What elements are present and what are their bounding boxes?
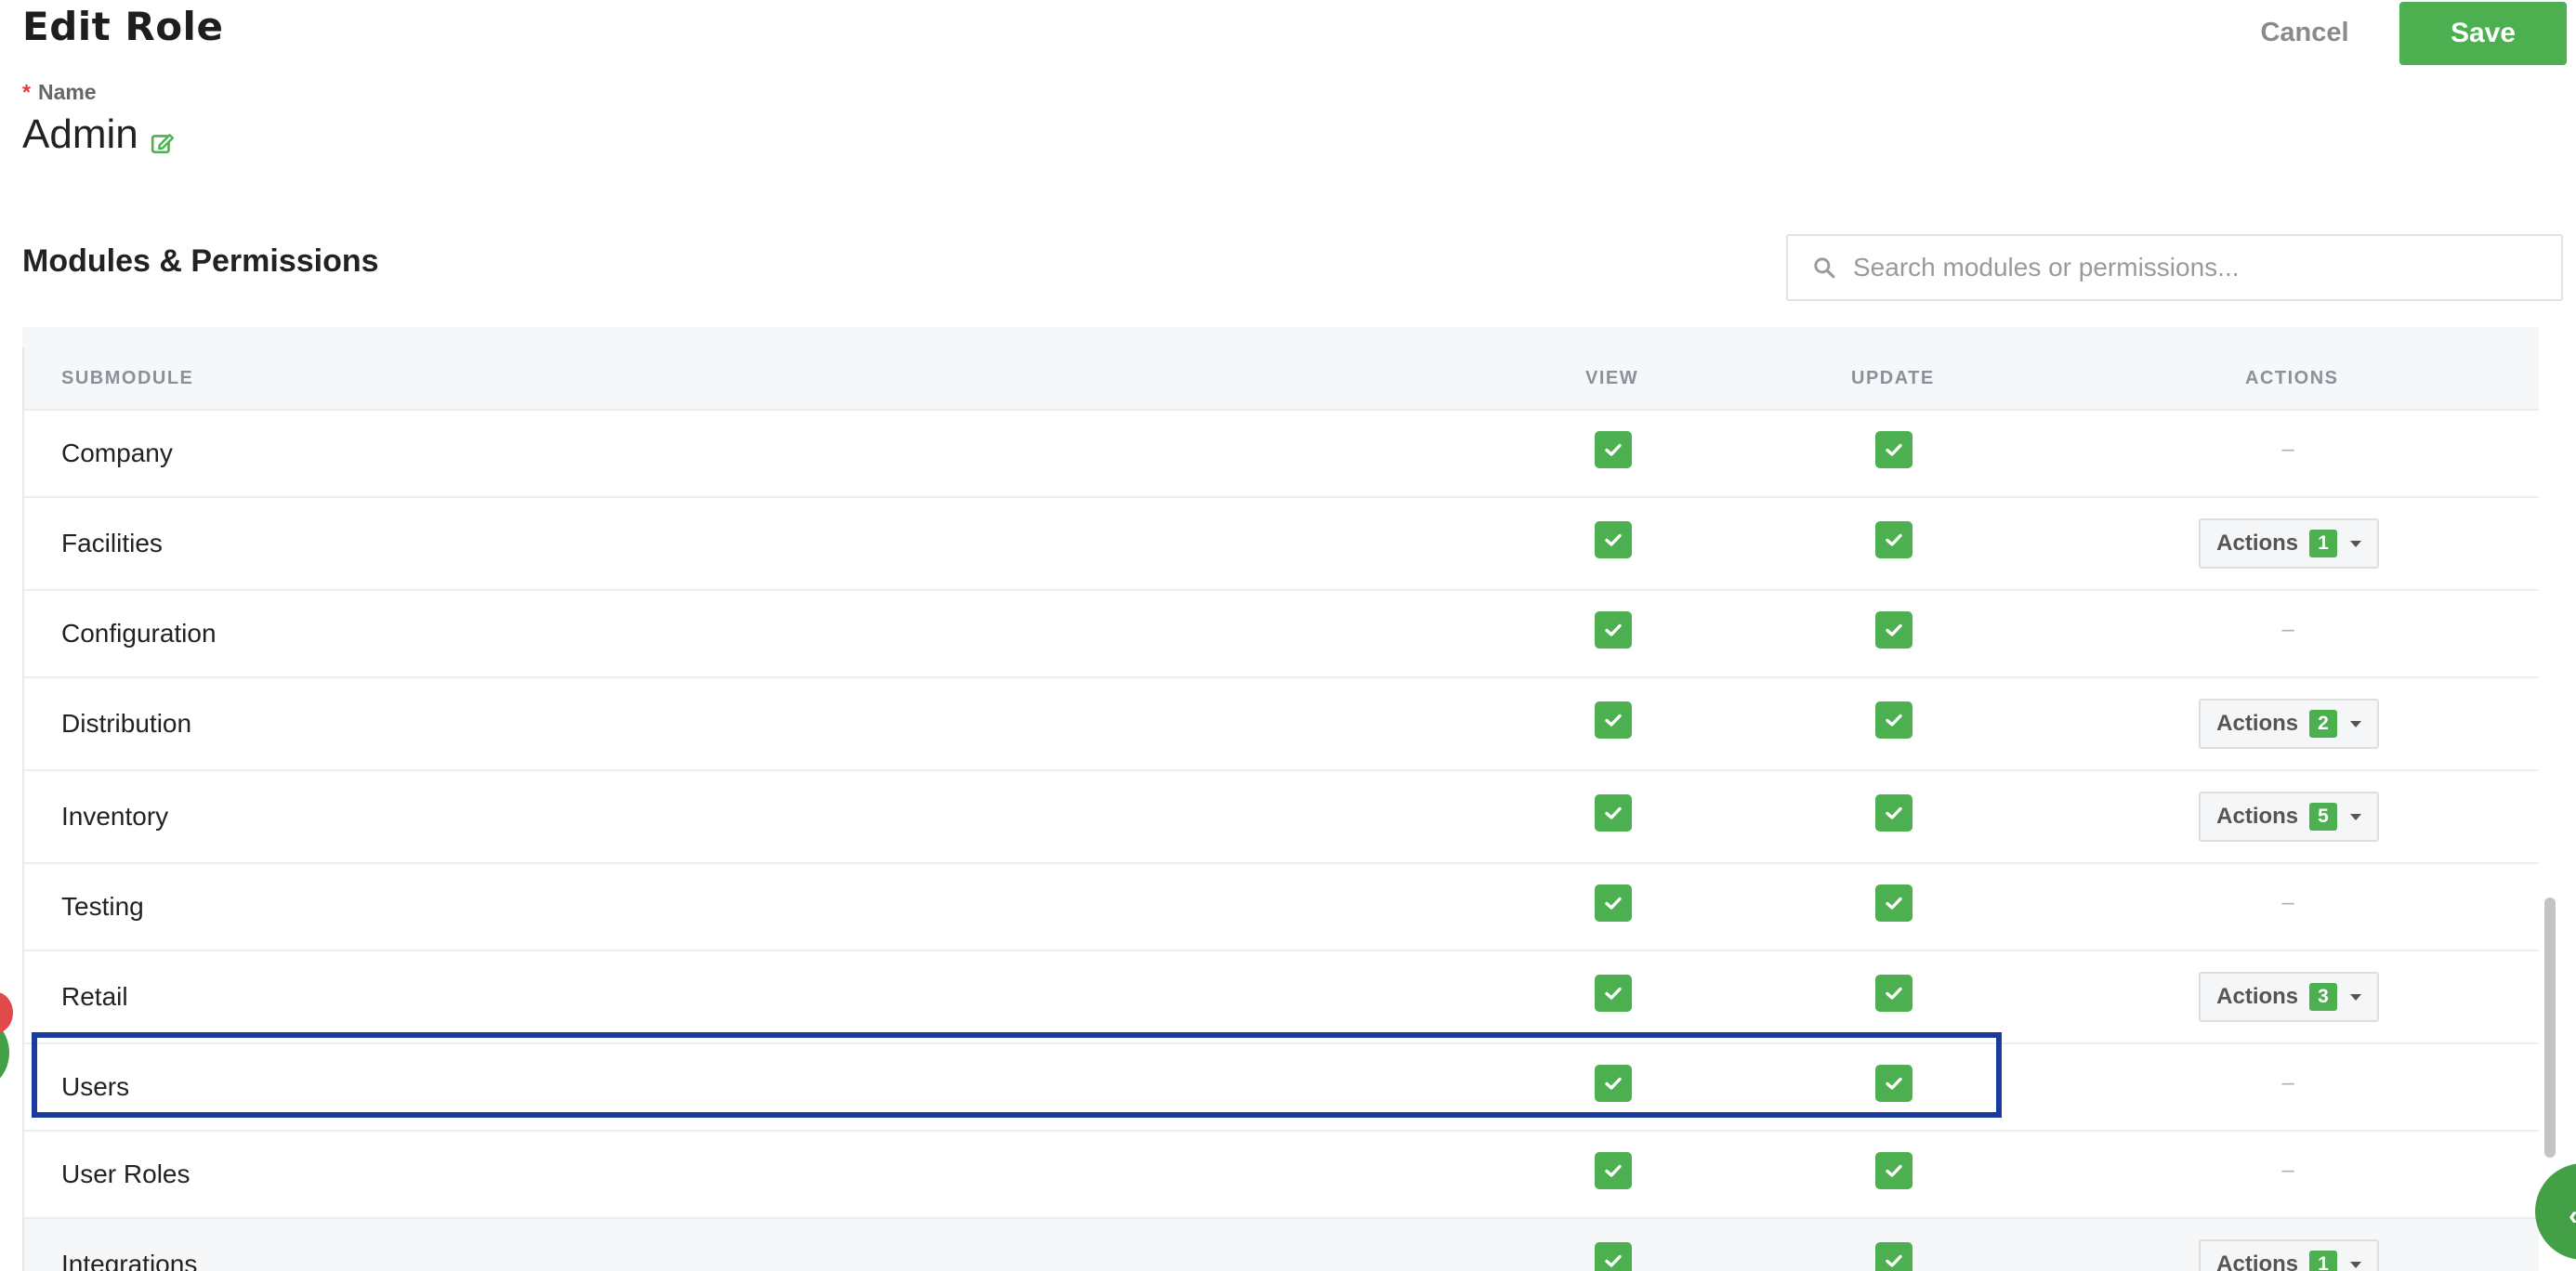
column-header-submodule: SUBMODULE — [61, 368, 194, 388]
update-checkbox[interactable] — [1875, 1152, 1912, 1189]
submodule-name: Testing — [61, 892, 144, 921]
submodule-name: Retail — [61, 982, 128, 1011]
actions-dropdown-button[interactable]: Actions 1 — [2199, 1239, 2379, 1271]
caret-down-icon — [2349, 1261, 2361, 1268]
view-checkbox[interactable] — [1595, 1242, 1632, 1271]
update-checkbox[interactable] — [1875, 1065, 1912, 1102]
update-checkbox[interactable] — [1875, 884, 1912, 922]
view-checkbox[interactable] — [1595, 1065, 1632, 1102]
chevron-left-icon: ‹ — [2569, 1200, 2576, 1232]
actions-count-badge: 3 — [2309, 983, 2337, 1011]
update-checkbox[interactable] — [1875, 431, 1912, 468]
no-actions-placeholder: – — [2281, 890, 2294, 915]
actions-label: Actions — [2216, 804, 2299, 829]
no-actions-placeholder: – — [2281, 437, 2294, 462]
submodule-name: Inventory — [61, 802, 169, 831]
table-row: Company – — [24, 411, 2539, 498]
actions-dropdown-button[interactable]: Actions 2 — [2199, 699, 2379, 749]
table-header: SUBMODULE VIEW UPDATE ACTIONS — [24, 347, 2539, 411]
column-header-update: UPDATE — [1851, 368, 1935, 388]
name-label-text: Name — [37, 80, 97, 104]
submodule-name: Distribution — [61, 709, 192, 738]
view-checkbox[interactable] — [1595, 884, 1632, 922]
table-row: Distribution Actions 2 — [24, 678, 2539, 771]
actions-dropdown-button[interactable]: Actions 3 — [2199, 972, 2379, 1022]
required-marker: * — [22, 80, 31, 104]
actions-label: Actions — [2216, 531, 2299, 556]
actions-label: Actions — [2216, 1251, 2299, 1271]
search-box — [1786, 234, 2563, 301]
actions-dropdown-button[interactable]: Actions 1 — [2199, 518, 2379, 569]
update-checkbox[interactable] — [1875, 794, 1912, 832]
table-row: Users – — [24, 1044, 2539, 1132]
permissions-table: SUBMODULE VIEW UPDATE ACTIONS Company – Fa… — [22, 347, 2539, 1271]
actions-count-badge: 5 — [2309, 803, 2337, 831]
edit-name-icon[interactable] — [151, 131, 175, 155]
table-row: Integrations Actions 1 — [24, 1219, 2539, 1271]
role-name-value: Admin — [22, 111, 138, 157]
submodule-name: Users — [61, 1072, 130, 1101]
table-row: Inventory Actions 5 — [24, 771, 2539, 864]
no-actions-placeholder: – — [2281, 1158, 2294, 1183]
table-body: Company – Facilities Actions 1 Configuration –… — [24, 411, 2539, 1271]
actions-dropdown-button[interactable]: Actions 5 — [2199, 792, 2379, 842]
submodule-name: Configuration — [61, 619, 217, 648]
section-title: Modules & Permissions — [22, 243, 379, 279]
view-checkbox[interactable] — [1595, 521, 1632, 558]
caret-down-icon — [2349, 720, 2361, 727]
view-checkbox[interactable] — [1595, 431, 1632, 468]
search-icon — [1812, 256, 1836, 280]
actions-label: Actions — [2216, 984, 2299, 1009]
view-checkbox[interactable] — [1595, 794, 1632, 832]
view-checkbox[interactable] — [1595, 1152, 1632, 1189]
submodule-name: User Roles — [61, 1160, 191, 1188]
column-header-view: VIEW — [1585, 368, 1639, 388]
update-checkbox[interactable] — [1875, 521, 1912, 558]
table-row: Retail Actions 3 — [24, 951, 2539, 1044]
table-row: Testing – — [24, 864, 2539, 951]
actions-count-badge: 2 — [2309, 710, 2337, 738]
submodule-name: Integrations — [61, 1250, 198, 1271]
no-actions-placeholder: – — [2281, 1070, 2294, 1095]
update-checkbox[interactable] — [1875, 1242, 1912, 1271]
view-checkbox[interactable] — [1595, 611, 1632, 649]
caret-down-icon — [2349, 540, 2361, 547]
permissions-table-container: SUBMODULE VIEW UPDATE ACTIONS Company – Fa… — [22, 327, 2539, 1271]
actions-count-badge: 1 — [2309, 530, 2337, 557]
save-button[interactable]: Save — [2399, 2, 2567, 65]
update-checkbox[interactable] — [1875, 611, 1912, 649]
no-actions-placeholder: – — [2281, 617, 2294, 642]
name-label: * Name — [22, 80, 97, 105]
submodule-name: Facilities — [61, 529, 163, 557]
search-input[interactable] — [1851, 252, 2561, 283]
update-checkbox[interactable] — [1875, 975, 1912, 1012]
table-row: Configuration – — [24, 591, 2539, 678]
caret-down-icon — [2349, 813, 2361, 820]
view-checkbox[interactable] — [1595, 701, 1632, 739]
column-header-actions: ACTIONS — [2245, 368, 2339, 388]
page-title: Edit Role — [22, 4, 224, 49]
update-checkbox[interactable] — [1875, 701, 1912, 739]
help-widget-button[interactable]: ‹ — [2535, 1163, 2576, 1260]
table-row: Facilities Actions 1 — [24, 498, 2539, 591]
actions-count-badge: 1 — [2309, 1251, 2337, 1271]
cancel-button[interactable]: Cancel — [2221, 0, 2388, 65]
actions-label: Actions — [2216, 711, 2299, 736]
table-row: User Roles – — [24, 1132, 2539, 1219]
scrollbar-thumb[interactable] — [2544, 898, 2556, 1158]
view-checkbox[interactable] — [1595, 975, 1632, 1012]
submodule-name: Company — [61, 439, 173, 467]
notification-badge — [0, 992, 13, 1033]
caret-down-icon — [2349, 993, 2361, 1001]
